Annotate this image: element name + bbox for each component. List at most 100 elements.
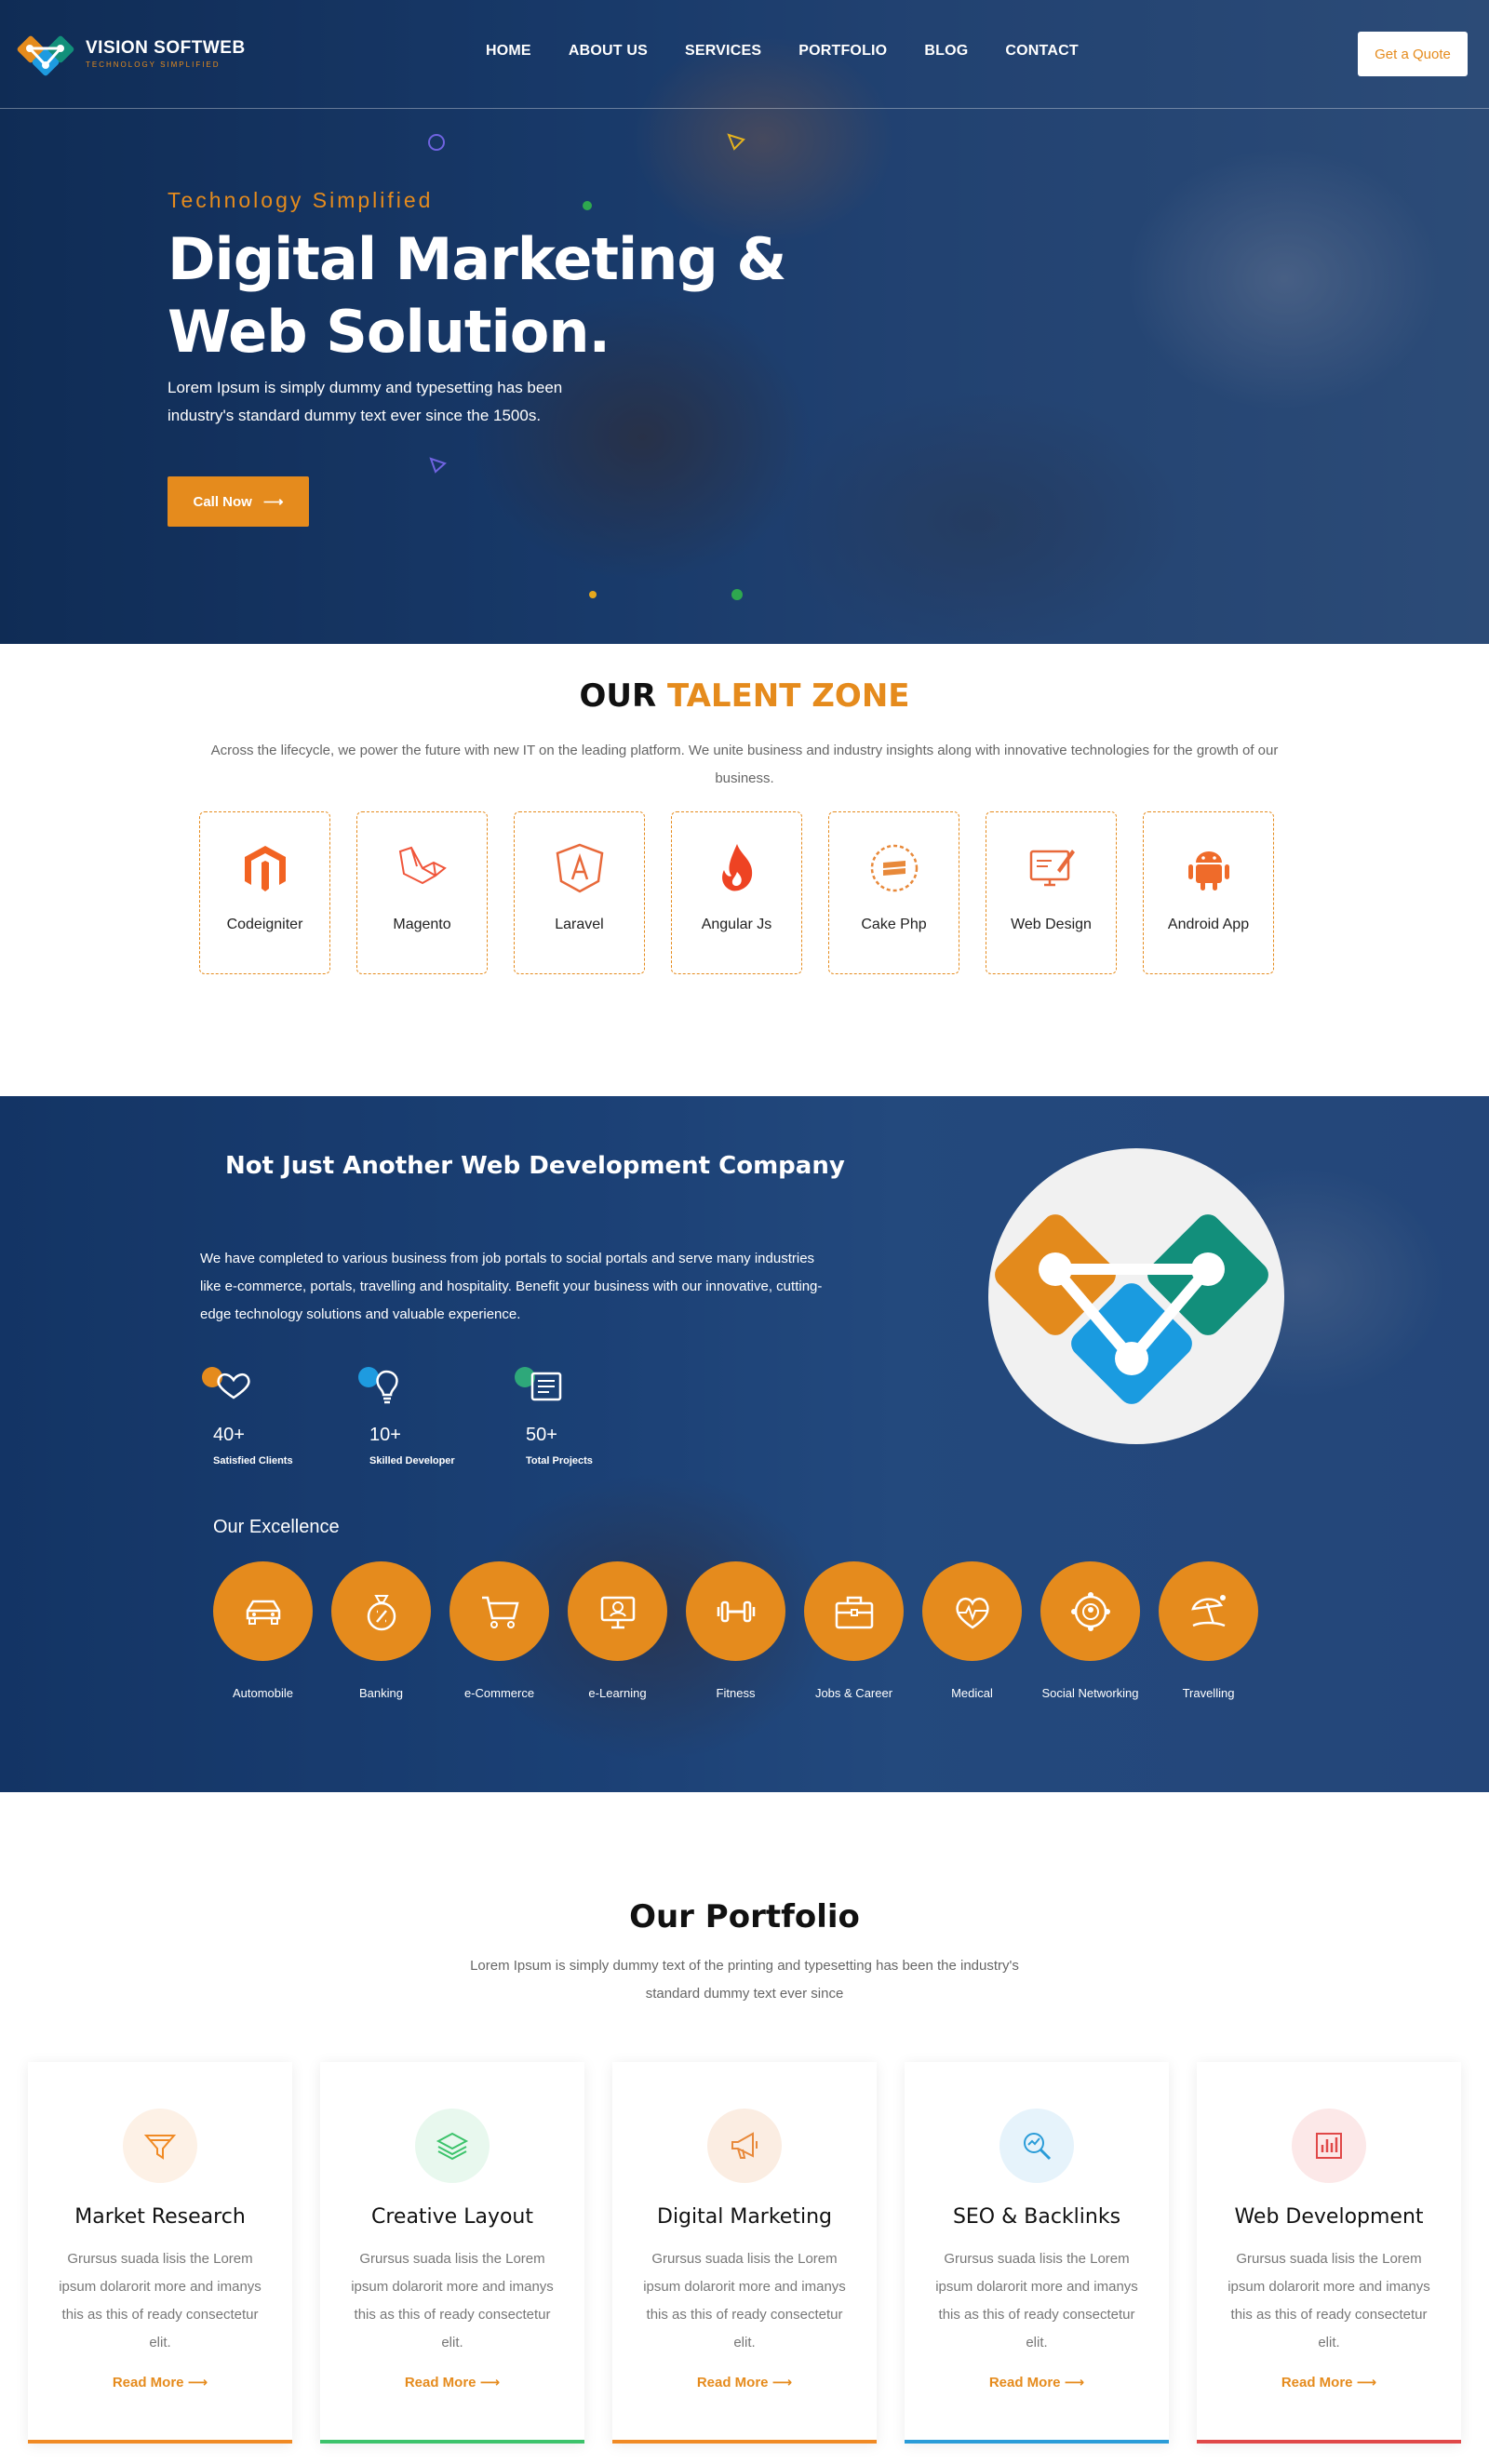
- read-more-link[interactable]: Read More ⟶: [405, 2374, 500, 2390]
- decorative-triangle-icon: [727, 133, 745, 151]
- nav-services[interactable]: SERVICES: [685, 43, 761, 60]
- tech-card-web-design[interactable]: Web Design: [986, 811, 1117, 974]
- nav-home[interactable]: HOME: [486, 43, 531, 60]
- nav-contact[interactable]: CONTACT: [1005, 43, 1078, 60]
- stat-label: Skilled Developer: [369, 1455, 455, 1466]
- briefcase-icon: [835, 1596, 873, 1628]
- card-text: Grursus suada lisis the Lorem ipsum dola…: [59, 2251, 262, 2350]
- excellence-banking[interactable]: Banking: [331, 1561, 431, 1707]
- excellence-circle: [922, 1561, 1022, 1661]
- stat-skilled-developer: 10+ Skilled Developer: [355, 1364, 456, 1466]
- excellence-circle: [804, 1561, 904, 1661]
- read-more-link[interactable]: Read More ⟶: [989, 2374, 1084, 2390]
- tech-card-cake-php[interactable]: Cake Php: [828, 811, 959, 974]
- tech-card-android-app[interactable]: Android App: [1143, 811, 1274, 974]
- hero-title-line-1: Digital Marketing &: [168, 225, 786, 293]
- cakephp-icon: [870, 844, 918, 892]
- tech-card-magento[interactable]: Magento: [356, 811, 488, 974]
- call-now-button[interactable]: Call Now ⟶: [168, 476, 309, 527]
- excellence-social-networking[interactable]: Social Networking: [1040, 1561, 1140, 1707]
- decorative-dot-icon: [731, 589, 743, 600]
- excellence-travelling[interactable]: Travelling: [1159, 1561, 1258, 1707]
- excellence-label: Banking: [359, 1686, 403, 1700]
- excellence-e-commerce[interactable]: e-Commerce: [449, 1561, 549, 1707]
- arrow-right-icon: ⟶: [1356, 2375, 1377, 2390]
- hero-description: Lorem Ipsum is simply dummy and typesett…: [168, 379, 563, 424]
- read-more-link[interactable]: Read More ⟶: [697, 2374, 792, 2390]
- logo-mark-icon: [17, 35, 74, 76]
- nav-portfolio[interactable]: PORTFOLIO: [798, 43, 887, 60]
- card-icon-wrap: [415, 2109, 490, 2183]
- call-now-label: Call Now: [193, 494, 252, 510]
- heart-icon: [202, 1367, 250, 1399]
- card-icon-wrap: [123, 2109, 197, 2183]
- beach-umbrella-icon: [1190, 1594, 1226, 1627]
- excellence-circle: [1159, 1561, 1258, 1661]
- excellence-label: e-Commerce: [463, 1686, 535, 1700]
- card-text: Grursus suada lisis the Lorem ipsum dola…: [351, 2251, 554, 2350]
- excellence-jobs-career[interactable]: Jobs & Career: [804, 1561, 904, 1707]
- portfolio-card-web-development: Web Development Grursus suada lisis the …: [1197, 2062, 1461, 2444]
- layers-icon: [436, 2132, 469, 2161]
- logo-text: VISION SOFTWEB TECHNOLOGY SIMPLIFIED: [86, 39, 246, 69]
- nav-about-us[interactable]: ABOUT US: [569, 43, 648, 60]
- portfolio-card-seo-backlinks: SEO & Backlinks Grursus suada lisis the …: [905, 2062, 1169, 2444]
- arrow-right-icon: ⟶: [187, 2375, 208, 2390]
- card-icon-wrap: [1292, 2109, 1366, 2183]
- excellence-e-learning[interactable]: e-Learning: [568, 1561, 667, 1707]
- tech-card-angular-js[interactable]: Angular Js: [671, 811, 802, 974]
- talent-title-plain: OUR: [579, 677, 657, 715]
- read-more-link[interactable]: Read More ⟶: [113, 2374, 208, 2390]
- card-icon-wrap: [999, 2109, 1074, 2183]
- excellence-list: Automobile Banking e-Commerce e-Learning…: [213, 1561, 1258, 1707]
- cart-icon: [481, 1596, 519, 1628]
- excellence-automobile[interactable]: Automobile: [213, 1561, 313, 1707]
- tech-card-codeigniter[interactable]: Codeigniter: [199, 811, 330, 974]
- excellence-fitness[interactable]: Fitness: [686, 1561, 785, 1707]
- stats-row: 40+ Satisfied Clients 10+ Skilled Develo…: [199, 1364, 612, 1466]
- excellence-label: e-Learning: [588, 1686, 647, 1700]
- laravel-icon: [398, 846, 447, 885]
- read-more-label: Read More: [988, 2375, 1061, 2390]
- company-logo-circle: [988, 1148, 1284, 1444]
- card-text: Grursus suada lisis the Lorem ipsum dola…: [1227, 2251, 1430, 2350]
- angular-icon: [556, 843, 603, 893]
- decorative-triangle-icon: [429, 457, 447, 474]
- document-icon: [515, 1367, 562, 1401]
- bulb-icon: [358, 1367, 398, 1404]
- card-text: Grursus suada lisis the Lorem ipsum dola…: [643, 2251, 846, 2350]
- arrow-right-icon: ⟶: [263, 494, 284, 510]
- excellence-circle: [568, 1561, 667, 1661]
- excellence-circle: [331, 1561, 431, 1661]
- decorative-dot-icon: [589, 591, 597, 598]
- get-quote-button[interactable]: Get a Quote: [1358, 32, 1468, 76]
- read-more-link[interactable]: Read More ⟶: [1281, 2374, 1376, 2390]
- stat-value: 40+: [213, 1425, 245, 1445]
- stat-label: Satisfied Clients: [213, 1455, 293, 1466]
- excellence-circle: [213, 1561, 313, 1661]
- excellence-label: Medical: [951, 1686, 993, 1700]
- excellence-medical[interactable]: Medical: [922, 1561, 1022, 1707]
- monitor-learning-icon: [600, 1596, 635, 1628]
- arrow-right-icon: ⟶: [771, 2375, 793, 2390]
- brand-logo[interactable]: VISION SOFTWEB TECHNOLOGY SIMPLIFIED: [17, 32, 246, 76]
- company-description: We have completed to various business fr…: [200, 1251, 823, 1322]
- portfolio-card-creative-layout: Creative Layout Grursus suada lisis the …: [320, 2062, 584, 2444]
- read-more-label: Read More: [696, 2375, 769, 2390]
- stat-satisfied-clients: 40+ Satisfied Clients: [199, 1364, 300, 1466]
- dumbbell-icon: [717, 1600, 755, 1622]
- portfolio-card-market-research: Market Research Grursus suada lisis the …: [28, 2062, 292, 2444]
- tech-card-laravel[interactable]: Laravel: [514, 811, 645, 974]
- seo-search-icon: [1024, 2133, 1052, 2161]
- read-more-label: Read More: [112, 2375, 184, 2390]
- android-icon: [1187, 851, 1229, 891]
- decorative-circle-icon: [428, 134, 445, 151]
- car-icon: [246, 1600, 280, 1625]
- excellence-label: Social Networking: [1041, 1686, 1139, 1700]
- excellence-label: Automobile: [232, 1686, 294, 1700]
- talent-zone-section: OUR TALENT ZONE Across the lifecycle, we…: [0, 644, 1489, 1096]
- stat-value: 50+: [526, 1425, 557, 1445]
- nav-blog[interactable]: BLOG: [924, 43, 968, 60]
- card-title: Web Development: [1234, 2205, 1424, 2229]
- hero-tagline: Technology Simplified: [168, 188, 434, 212]
